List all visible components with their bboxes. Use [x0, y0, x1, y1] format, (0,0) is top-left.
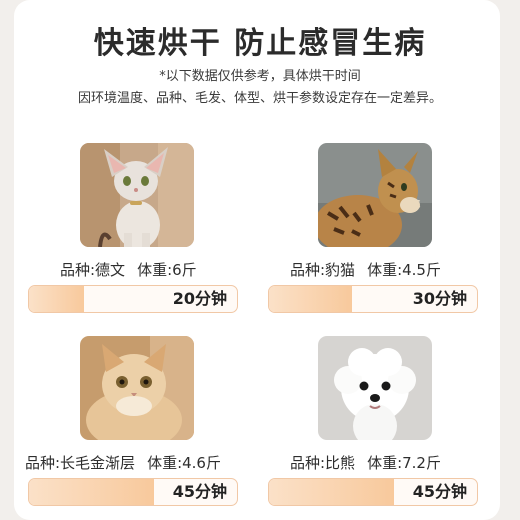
breed-label: 品种:德文 [60, 261, 126, 279]
weight-label: 体重:4.5斤 [367, 261, 441, 279]
devon-rex-cat-photo [80, 143, 194, 247]
drying-time-bar-bengal: 30分钟 [268, 285, 478, 313]
drying-time-value: 45分钟 [412, 482, 467, 501]
weight-label: 体重:7.2斤 [367, 454, 441, 472]
disclaimer-line-1: *以下数据仅供参考，具体烘干时间 [159, 69, 361, 84]
drying-time-value: 30分钟 [412, 289, 467, 308]
pet-info-bichon: 品种:比熊 体重:7.2斤 [290, 452, 441, 473]
breed-label: 品种:比熊 [290, 454, 356, 472]
bichon-dog-photo [318, 336, 432, 440]
drying-time-bar-golden: 45分钟 [28, 478, 238, 506]
drying-time-fill [269, 479, 394, 505]
breed-label: 品种:豹猫 [290, 261, 356, 279]
drying-time-fill [269, 286, 353, 312]
breed-label: 品种:长毛金渐层 [25, 454, 136, 472]
drying-time-fill [29, 286, 85, 312]
weight-label: 体重:6斤 [137, 261, 197, 279]
page-title: 快速烘干 防止感冒生病 [93, 26, 427, 61]
drying-time-value: 45分钟 [172, 482, 227, 501]
pet-info-bengal: 品种:豹猫 体重:4.5斤 [290, 259, 441, 280]
pet-info-devon: 品种:德文 体重:6斤 [60, 259, 197, 280]
weight-label: 体重:4.6斤 [147, 454, 221, 472]
drying-time-bar-bichon: 45分钟 [268, 478, 478, 506]
drying-time-value: 20分钟 [172, 289, 227, 308]
drying-time-bar-devon: 20分钟 [28, 285, 238, 313]
pet-info-golden: 品种:长毛金渐层 体重:4.6斤 [25, 452, 221, 473]
drying-time-fill [29, 479, 154, 505]
golden-longhair-cat-photo [80, 336, 194, 440]
disclaimer-line-2: 因环境温度、品种、毛发、体型、烘干参数设定存在一定差异。 [77, 91, 442, 106]
bengal-cat-photo [318, 143, 432, 247]
